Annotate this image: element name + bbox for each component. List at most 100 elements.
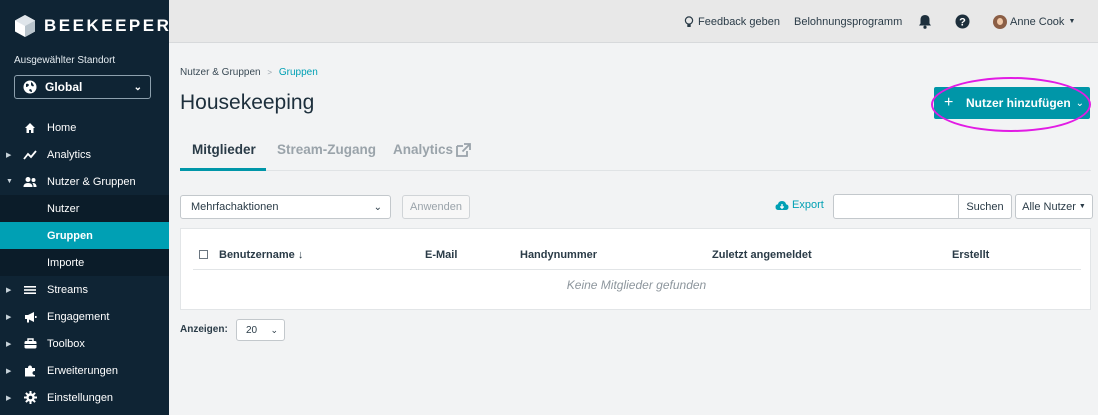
- page-title: Housekeeping: [180, 91, 315, 114]
- tab-label: Mitglieder: [192, 142, 256, 157]
- location-select[interactable]: Global ⌄: [14, 75, 151, 99]
- avatar: [993, 14, 1007, 29]
- help-icon[interactable]: ?: [955, 0, 970, 43]
- page-size-value: 20: [246, 324, 258, 336]
- home-icon: [23, 121, 37, 135]
- breadcrumb-parent[interactable]: Nutzer & Gruppen: [180, 67, 261, 78]
- caret-down-icon: ▼: [1068, 18, 1076, 25]
- export-button[interactable]: Export: [775, 199, 824, 211]
- bell-icon[interactable]: [918, 0, 932, 43]
- tab-label: Analytics: [393, 142, 454, 157]
- sidebar-item-label: Gruppen: [47, 229, 93, 242]
- sidebar-item-users[interactable]: Nutzer: [0, 195, 169, 222]
- search-button[interactable]: Suchen: [958, 194, 1012, 219]
- users-icon: [23, 175, 37, 189]
- svg-text:?: ?: [959, 17, 966, 29]
- sidebar-item-label: Nutzer: [47, 202, 80, 215]
- column-header-created[interactable]: Erstellt: [952, 249, 989, 261]
- logo-icon: [15, 15, 35, 37]
- chevron-down-icon: ⌄: [133, 81, 142, 93]
- breadcrumb: Nutzer & Gruppen > Gruppen: [180, 67, 318, 78]
- column-header-phone[interactable]: Handynummer: [520, 249, 597, 261]
- user-filter-dropdown[interactable]: Alle Nutzer ▼: [1015, 194, 1093, 219]
- sidebar-item-label: Toolbox: [47, 337, 85, 350]
- cloud-download-icon: [775, 200, 789, 210]
- puzzle-icon: [23, 364, 37, 378]
- sidebar-item-label: Analytics: [47, 148, 92, 161]
- column-header-last-login[interactable]: Zuletzt angemeldet: [712, 249, 812, 261]
- rewards-link[interactable]: Belohnungsprogramm: [794, 0, 902, 43]
- bulk-actions-value: Mehrfachaktionen: [191, 201, 279, 213]
- user-menu[interactable]: Anne Cook ▼: [993, 0, 1075, 43]
- lightbulb-icon: [684, 15, 694, 27]
- caret-down-icon: ▼: [6, 178, 13, 185]
- sidebar-nav: Home ▶ Analytics ▼ Nutzer & Gruppen Nutz…: [0, 114, 169, 411]
- sidebar-item-settings[interactable]: ▶ Einstellungen: [0, 384, 169, 411]
- caret-right-icon: ▶: [6, 394, 12, 402]
- header-divider: [193, 269, 1081, 270]
- members-table: Benutzername ↓ E-Mail Handynummer Zuletz…: [180, 228, 1091, 310]
- external-link-icon: [456, 143, 471, 157]
- plus-icon: +: [944, 94, 954, 111]
- caret-right-icon: ▶: [6, 151, 12, 159]
- breadcrumb-current[interactable]: Gruppen: [279, 67, 318, 78]
- globe-icon: [23, 80, 37, 94]
- search-input[interactable]: [833, 194, 959, 219]
- column-header-username[interactable]: Benutzername ↓: [219, 249, 303, 261]
- breadcrumb-separator: >: [267, 68, 273, 77]
- sidebar-item-imports[interactable]: Importe: [0, 249, 169, 276]
- sidebar-item-home[interactable]: Home: [0, 114, 169, 141]
- add-user-button[interactable]: + Nutzer hinzufügen ⌄: [934, 87, 1090, 119]
- select-all-checkbox[interactable]: [199, 250, 208, 259]
- column-header-email[interactable]: E-Mail: [425, 249, 457, 261]
- sidebar-item-engagement[interactable]: ▶ Engagement: [0, 303, 169, 330]
- rewards-label: Belohnungsprogramm: [794, 15, 903, 28]
- tab-label: Stream-Zugang: [277, 142, 377, 157]
- beekeeper-logo[interactable]: BEEKEEPER: [14, 14, 171, 38]
- sidebar-item-groups[interactable]: Gruppen: [0, 222, 169, 249]
- list-icon: [23, 283, 37, 297]
- gear-icon: [23, 391, 37, 405]
- megaphone-icon: [23, 310, 37, 324]
- add-user-label: Nutzer hinzufügen: [966, 96, 1071, 110]
- feedback-label: Feedback geben: [698, 15, 780, 28]
- empty-state-message: Keine Mitglieder gefunden: [566, 278, 707, 292]
- page-size-select[interactable]: 20 ⌄: [236, 319, 285, 341]
- sidebar: BEEKEEPER Ausgewählter Standort Global ⌄…: [0, 0, 169, 415]
- caret-right-icon: ▶: [6, 367, 12, 375]
- caret-right-icon: ▶: [6, 286, 12, 294]
- bulk-actions-select[interactable]: Mehrfachaktionen ⌄: [180, 195, 391, 219]
- feedback-link[interactable]: Feedback geben: [684, 0, 780, 43]
- chevron-down-icon[interactable]: ⌄: [1076, 98, 1084, 109]
- caret-right-icon: ▶: [6, 313, 12, 321]
- sidebar-item-analytics[interactable]: ▶ Analytics: [0, 141, 169, 168]
- chevron-down-icon: ⌄: [373, 201, 382, 213]
- column-label: Benutzername: [219, 249, 295, 261]
- tab-stream-access[interactable]: Stream-Zugang: [277, 142, 376, 171]
- sort-desc-icon: ↓: [297, 249, 304, 261]
- sidebar-item-toolbox[interactable]: ▶ Toolbox: [0, 330, 169, 357]
- tab-bar: Mitglieder Stream-Zugang Analytics: [180, 142, 1091, 171]
- chart-line-icon: [23, 148, 37, 162]
- location-label: Ausgewählter Standort: [14, 55, 116, 66]
- sidebar-item-label: Erweiterungen: [47, 364, 118, 377]
- sidebar-item-label: Nutzer & Gruppen: [47, 175, 136, 188]
- sidebar-item-label: Home: [47, 121, 77, 134]
- sidebar-item-label: Streams: [47, 283, 88, 296]
- location-value: Global: [45, 80, 83, 94]
- user-name: Anne Cook: [1010, 15, 1065, 28]
- page-size-label: Anzeigen:: [180, 324, 228, 335]
- tab-analytics[interactable]: Analytics: [393, 142, 471, 171]
- toolbox-icon: [23, 337, 37, 351]
- sidebar-item-users-groups[interactable]: ▼ Nutzer & Gruppen: [0, 168, 169, 195]
- sidebar-item-extensions[interactable]: ▶ Erweiterungen: [0, 357, 169, 384]
- sidebar-item-label: Importe: [47, 256, 85, 269]
- topbar: Feedback geben Belohnungsprogramm ? Anne…: [169, 0, 1098, 43]
- apply-button[interactable]: Anwenden: [402, 195, 470, 219]
- caret-down-icon: ▼: [1078, 203, 1086, 210]
- tab-members[interactable]: Mitglieder: [180, 142, 266, 171]
- sidebar-item-label: Engagement: [47, 310, 110, 323]
- sidebar-item-label: Einstellungen: [47, 391, 114, 404]
- sidebar-item-streams[interactable]: ▶ Streams: [0, 276, 169, 303]
- brand-name: BEEKEEPER: [44, 16, 172, 35]
